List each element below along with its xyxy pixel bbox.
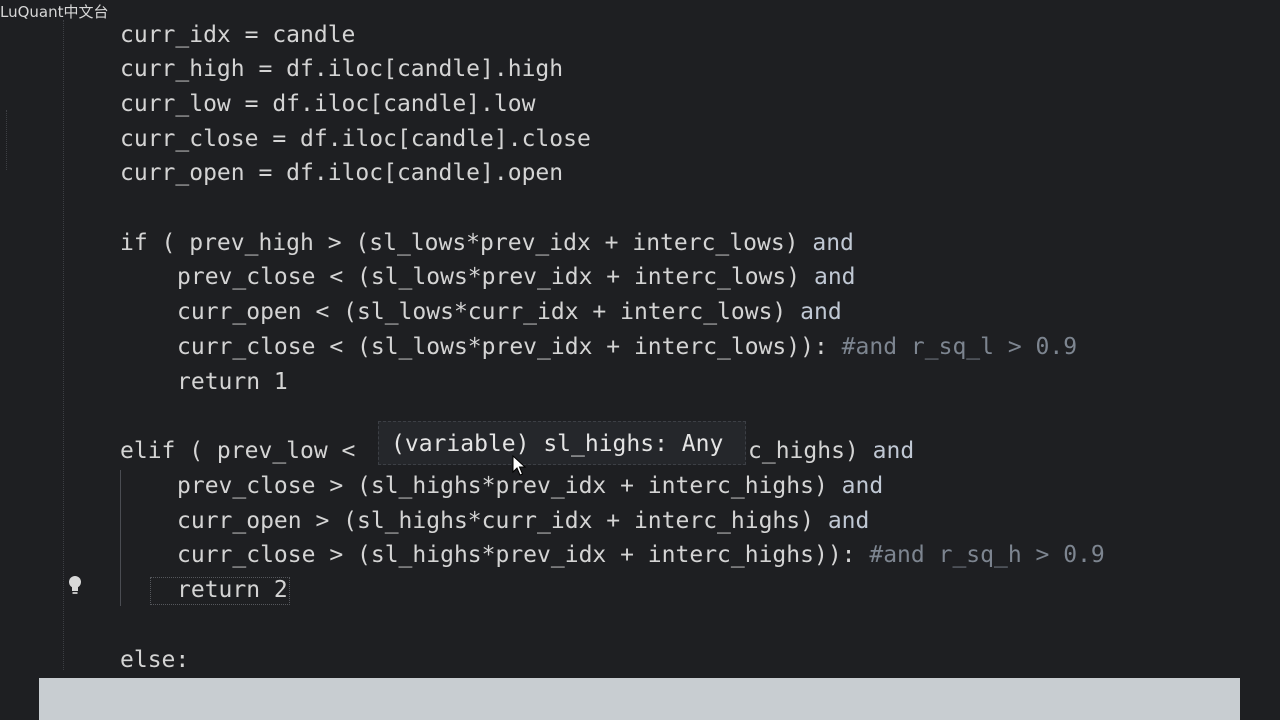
- indent-guide: [63, 20, 65, 670]
- code-line: curr_open > (sl_highs*curr_idx + interc_…: [177, 508, 870, 534]
- code-line: curr_close > (sl_highs*prev_idx + interc…: [177, 542, 1105, 568]
- code-editor[interactable]: LuQuant中文台 curr_idx = candle curr_high =…: [0, 0, 1280, 720]
- code-line: else:: [120, 647, 190, 673]
- code-comment: #and r_sq_l > 0.9: [841, 334, 1078, 360]
- code-line: curr_idx = candle: [120, 22, 356, 48]
- hover-tooltip: (variable) sl_highs: Any: [378, 421, 746, 465]
- code-line: return 1: [177, 369, 288, 395]
- indent-guide: [6, 110, 8, 170]
- bottom-panel: [39, 678, 1240, 720]
- code-line: curr_open = df.iloc[candle].open: [120, 160, 564, 186]
- code-line: curr_close < (sl_lows*prev_idx + interc_…: [177, 334, 1078, 360]
- code-line: curr_open < (sl_lows*curr_idx + interc_l…: [177, 299, 842, 325]
- mouse-cursor-icon: [512, 455, 527, 476]
- code-line: curr_low = df.iloc[candle].low: [120, 91, 536, 117]
- code-line: elif ( prev_low <: [120, 438, 370, 464]
- code-line: prev_close < (sl_lows*prev_idx + interc_…: [177, 264, 856, 290]
- code-line: c_highs) and: [748, 438, 915, 464]
- lightbulb-icon[interactable]: [66, 574, 84, 596]
- code-line: return 2: [177, 577, 288, 603]
- indent-guide: [120, 470, 122, 606]
- code-comment: #and r_sq_h > 0.9: [869, 542, 1105, 568]
- watermark: LuQuant中文台: [0, 3, 109, 21]
- code-line: prev_close > (sl_highs*prev_idx + interc…: [177, 473, 884, 499]
- code-line: if ( prev_high > (sl_lows*prev_idx + int…: [120, 230, 854, 256]
- code-line: curr_high = df.iloc[candle].high: [120, 56, 564, 82]
- code-line: curr_close = df.iloc[candle].close: [120, 126, 591, 152]
